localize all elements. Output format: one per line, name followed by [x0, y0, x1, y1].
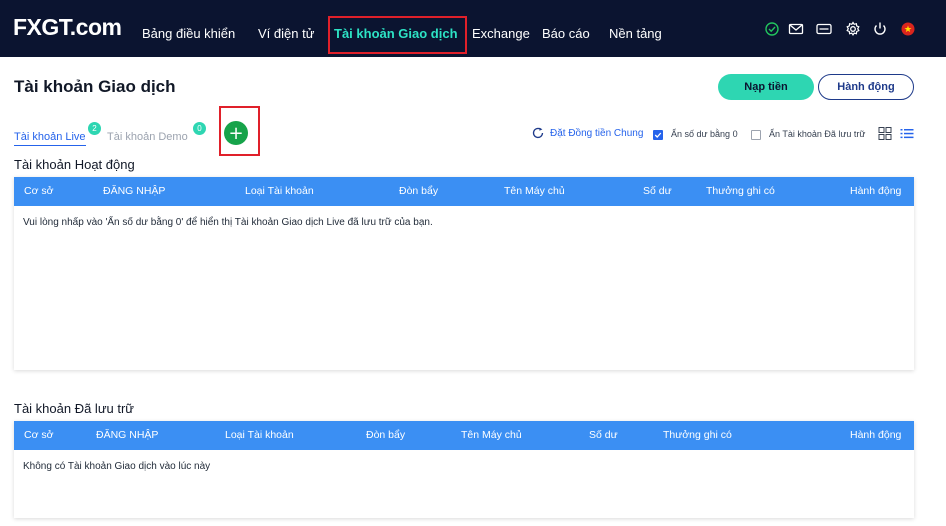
col-actions: Hành động	[850, 429, 902, 441]
card-icon[interactable]	[815, 20, 833, 38]
col-credit-bonus: Thưởng ghi có	[663, 429, 732, 441]
tab-demo-accounts[interactable]: Tài khoản Demo	[107, 131, 188, 143]
action-button[interactable]: Hành động	[818, 74, 914, 100]
nav-reports[interactable]: Báo cáo	[542, 26, 590, 41]
fxgt-logo[interactable]: FXGT.com	[13, 14, 122, 41]
col-account-type: Loại Tài khoản	[245, 185, 314, 197]
set-common-currency-link[interactable]: Đặt Đồng tiền Chung	[550, 128, 643, 139]
refresh-icon[interactable]	[531, 126, 545, 140]
hide-zero-balance-checkbox[interactable]	[653, 130, 663, 140]
hide-archived-checkbox[interactable]	[751, 130, 761, 140]
col-balance: Số dư	[589, 429, 618, 441]
archived-accounts-title: Tài khoản Đã lưu trữ	[14, 401, 135, 416]
verified-check-icon	[765, 22, 779, 36]
checkmark-icon	[654, 132, 662, 138]
power-icon[interactable]	[871, 20, 889, 38]
nav-wallet[interactable]: Ví điện tử	[258, 26, 314, 41]
nav-dashboard[interactable]: Bảng điều khiển	[142, 26, 235, 41]
active-accounts-title: Tài khoản Hoạt động	[14, 157, 135, 172]
hide-archived-label: Ẩn Tài khoản Đã lưu trữ	[769, 129, 866, 139]
col-credit-bonus: Thưởng ghi có	[706, 185, 775, 197]
page-title: Tài khoản Giao dịch	[14, 77, 176, 96]
add-account-button[interactable]: +	[224, 121, 248, 145]
deposit-button[interactable]: Nạp tiền	[718, 74, 814, 100]
col-account-type: Loại Tài khoản	[225, 429, 294, 441]
list-view-icon[interactable]	[900, 127, 914, 140]
col-leverage: Đòn bẩy	[399, 185, 439, 197]
gear-icon[interactable]	[844, 20, 862, 38]
mail-icon[interactable]	[787, 20, 805, 38]
vietnam-flag-icon[interactable]	[899, 20, 917, 38]
demo-count-badge: 0	[193, 122, 206, 135]
col-leverage: Đòn bẩy	[366, 429, 406, 441]
col-base: Cơ sở	[24, 429, 54, 441]
empty-state-message: Vui lòng nhấp vào 'Ẩn số dư bằng 0' để h…	[23, 217, 433, 228]
grid-view-icon[interactable]	[878, 127, 892, 140]
col-balance: Số dư	[643, 185, 672, 197]
nav-platforms[interactable]: Nền tảng	[609, 26, 662, 41]
tab-live-accounts[interactable]: Tài khoản Live	[14, 131, 86, 146]
archived-accounts-table: Cơ sở ĐĂNG NHẬP Loại Tài khoản Đòn bẩy T…	[14, 421, 914, 518]
nav-exchange[interactable]: Exchange	[472, 26, 530, 41]
live-count-badge: 2	[88, 122, 101, 135]
col-actions: Hành động	[850, 185, 902, 197]
active-accounts-table: Cơ sở ĐĂNG NHẬP Loại Tài khoản Đòn bẩy T…	[14, 177, 914, 370]
nav-trading-accounts[interactable]: Tài khoản Giao dịch	[334, 26, 458, 41]
empty-state-message: Không có Tài khoản Giao dịch vào lúc này	[23, 461, 211, 472]
table-header: Cơ sở ĐĂNG NHẬP Loại Tài khoản Đòn bẩy T…	[14, 177, 914, 206]
top-navigation-bar: FXGT.com Bảng điều khiển Ví điện tử Tài …	[0, 0, 946, 57]
col-server-name: Tên Máy chủ	[461, 429, 522, 441]
hide-zero-balance-label: Ẩn số dư bằng 0	[671, 129, 738, 139]
col-base: Cơ sở	[24, 185, 54, 197]
table-header: Cơ sở ĐĂNG NHẬP Loại Tài khoản Đòn bẩy T…	[14, 421, 914, 450]
col-login: ĐĂNG NHẬP	[96, 429, 159, 441]
col-server-name: Tên Máy chủ	[504, 185, 565, 197]
col-login: ĐĂNG NHẬP	[103, 185, 166, 197]
